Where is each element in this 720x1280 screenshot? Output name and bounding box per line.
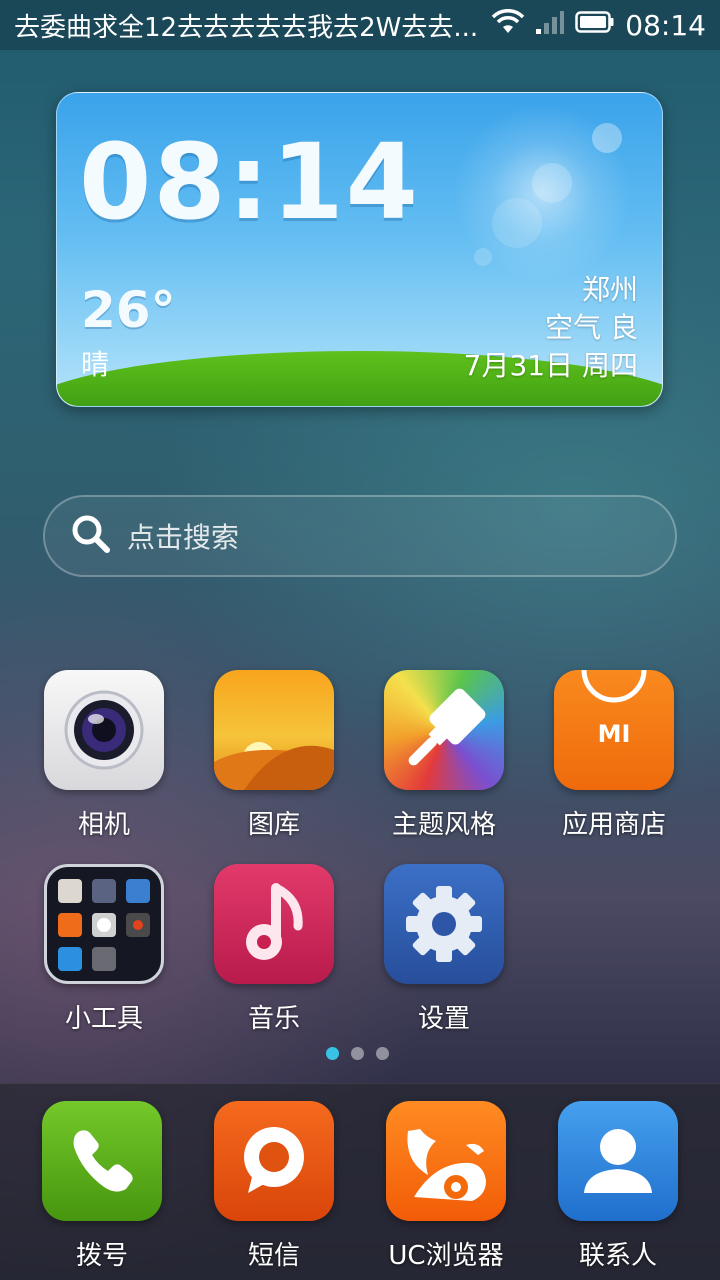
app-label: 短信: [247, 1241, 300, 1271]
dock-app-uc-browser[interactable]: UC浏览器: [361, 1101, 531, 1272]
dock-app-phone[interactable]: 拨号: [17, 1101, 187, 1272]
mi-store-icon: MI: [554, 670, 674, 790]
status-bar[interactable]: 去委曲求全12去去去去去我去2W去去... 08:14: [0, 0, 720, 50]
app-settings[interactable]: 设置: [359, 864, 529, 1035]
camera-icon: [44, 670, 164, 790]
app-label: 联系人: [578, 1241, 657, 1271]
signal-icon: [535, 9, 565, 42]
app-label: 音乐: [247, 1004, 300, 1034]
widget-clock[interactable]: 08:14: [79, 121, 420, 243]
dock-app-contacts[interactable]: 联系人: [533, 1101, 703, 1272]
temperature: 26°: [81, 281, 176, 339]
wifi-icon: [491, 8, 525, 42]
phone-icon: [42, 1101, 162, 1221]
mi-logo-text: MI: [598, 720, 631, 748]
app-label: 拨号: [75, 1241, 128, 1271]
app-store[interactable]: MI 应用商店: [529, 670, 699, 841]
page-dot[interactable]: [376, 1047, 389, 1060]
theme-brush-icon: [384, 670, 504, 790]
app-label: 设置: [417, 1004, 470, 1034]
status-time: 08:14: [625, 8, 706, 42]
contacts-icon: [558, 1101, 678, 1221]
status-icons: 08:14: [491, 9, 706, 42]
dock-app-sms[interactable]: 短信: [189, 1101, 359, 1272]
app-label: 图库: [247, 810, 300, 840]
page-dot[interactable]: [351, 1047, 364, 1060]
app-gallery[interactable]: 图库: [189, 670, 359, 841]
sms-icon: [214, 1101, 334, 1221]
app-label: 相机: [77, 810, 130, 840]
app-label: 主题风格: [391, 810, 496, 840]
search-icon: [69, 512, 113, 560]
app-theme[interactable]: 主题风格: [359, 670, 529, 841]
gallery-icon: [214, 670, 334, 790]
lens-flare: [492, 198, 542, 248]
notification-text: 去委曲求全12去去去去去我去2W去去...: [14, 12, 479, 43]
weather-info: 郑州 空气 良 7月31日 周四: [464, 271, 638, 385]
city-name: 郑州: [581, 273, 638, 306]
air-quality: 空气 良: [545, 311, 638, 344]
settings-gear-icon: [384, 864, 504, 984]
lens-flare: [532, 163, 572, 203]
search-bar[interactable]: 点击搜索: [43, 495, 677, 577]
page-dot-active[interactable]: [326, 1047, 339, 1060]
battery-icon: [575, 10, 615, 41]
page-indicator: [326, 1047, 389, 1060]
music-note-icon: [214, 864, 334, 984]
app-tools-folder[interactable]: 小工具: [19, 864, 189, 1035]
widget-date: 7月31日 周四: [463, 349, 638, 382]
weather-clock-widget[interactable]: 08:14 26° 晴 郑州 空气 良 7月31日 周四: [56, 92, 663, 407]
weather-condition: 晴: [81, 348, 110, 381]
tools-folder-icon: [44, 864, 164, 984]
lens-flare: [474, 248, 492, 266]
uc-browser-icon: [386, 1101, 506, 1221]
lens-flare: [592, 123, 622, 153]
app-label: UC浏览器: [388, 1241, 504, 1271]
app-label: 小工具: [64, 1004, 143, 1034]
app-camera[interactable]: 相机: [19, 670, 189, 841]
app-music[interactable]: 音乐: [189, 864, 359, 1035]
app-label: 应用商店: [561, 810, 666, 840]
search-placeholder: 点击搜索: [127, 521, 240, 554]
